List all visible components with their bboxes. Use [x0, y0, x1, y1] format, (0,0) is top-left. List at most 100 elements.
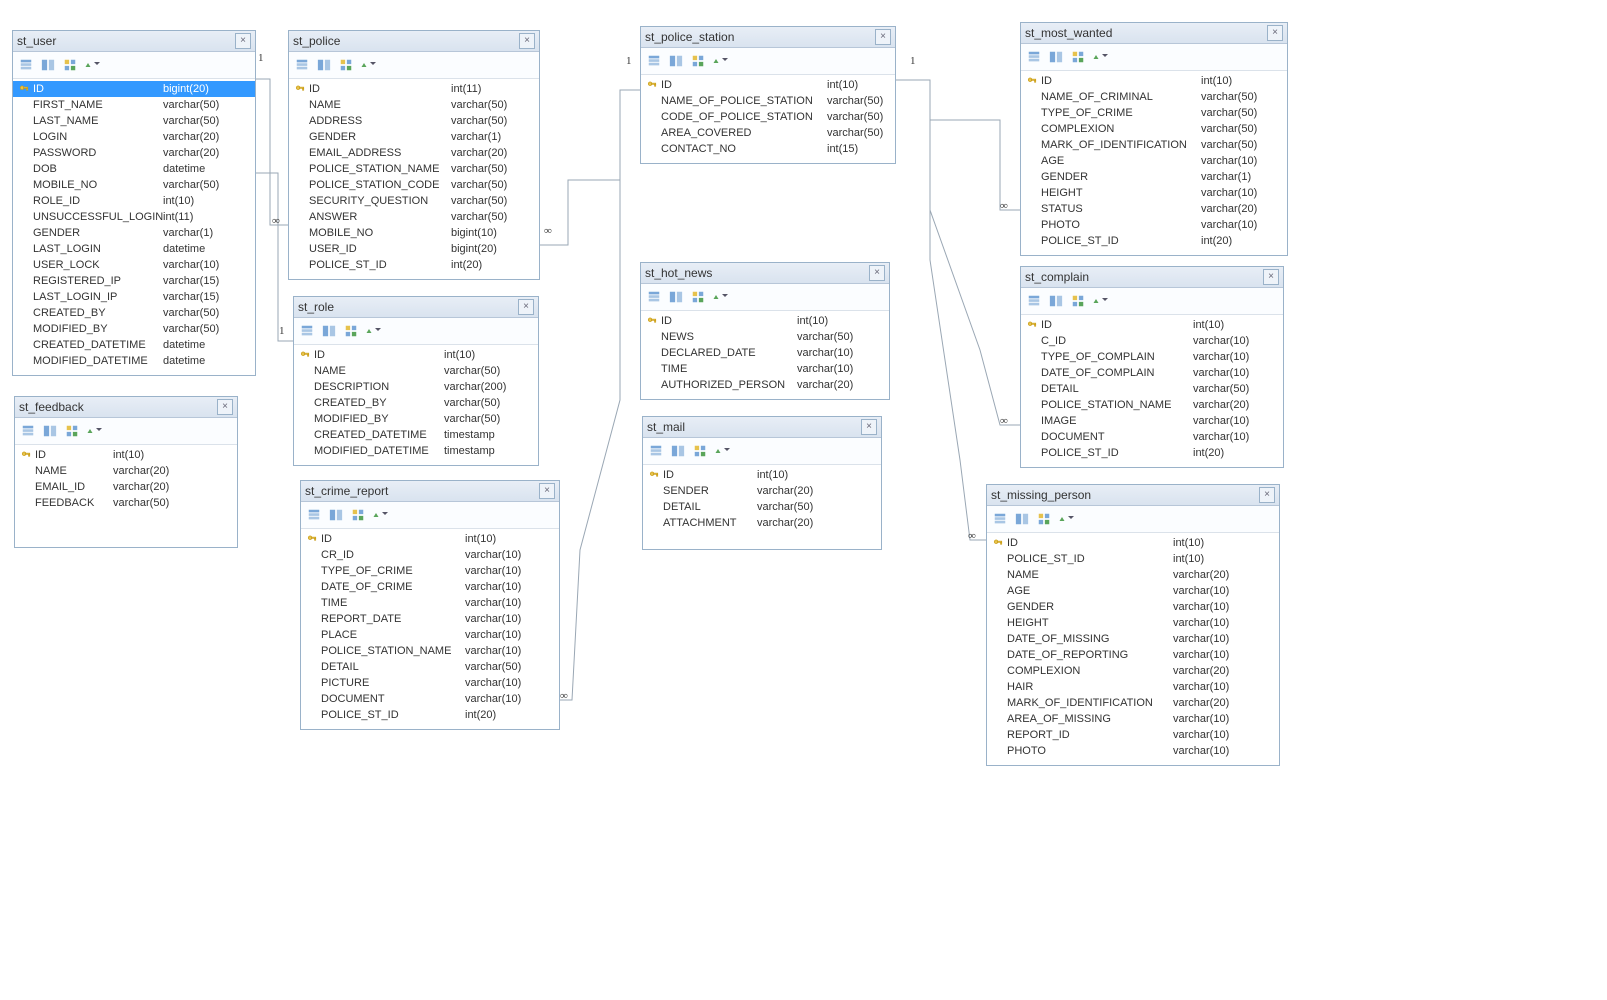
column-row[interactable]: LOGINvarchar(20): [13, 129, 255, 145]
table-st_user[interactable]: st_user×IDbigint(20)FIRST_NAMEvarchar(50…: [12, 30, 256, 376]
column-row[interactable]: DETAILvarchar(50): [643, 499, 881, 515]
table-header[interactable]: st_role×: [294, 297, 538, 318]
table-header[interactable]: st_feedback×: [15, 397, 237, 418]
table-header[interactable]: st_crime_report×: [301, 481, 559, 502]
column-row[interactable]: PHOTOvarchar(10): [987, 743, 1279, 759]
column-row[interactable]: ROLE_IDint(10): [13, 193, 255, 209]
table-st_crime_report[interactable]: st_crime_report×IDint(10)CR_IDvarchar(10…: [300, 480, 560, 730]
table-header[interactable]: st_user×: [13, 31, 255, 52]
column-row[interactable]: DETAILvarchar(50): [1021, 381, 1283, 397]
column-row[interactable]: DATE_OF_CRIMEvarchar(10): [301, 579, 559, 595]
column-row[interactable]: TIMEvarchar(10): [641, 361, 889, 377]
toolbar-view-icon[interactable]: [293, 56, 311, 74]
column-row[interactable]: TIMEvarchar(10): [301, 595, 559, 611]
toolbar-view-icon[interactable]: [647, 442, 665, 460]
column-row[interactable]: AGEvarchar(10): [1021, 153, 1287, 169]
column-row[interactable]: POLICE_STATION_NAMEvarchar(50): [289, 161, 539, 177]
table-header[interactable]: st_most_wanted×: [1021, 23, 1287, 44]
column-row[interactable]: MODIFIED_DATETIMEtimestamp: [294, 443, 538, 459]
column-row[interactable]: LAST_LOGINdatetime: [13, 241, 255, 257]
column-row[interactable]: USER_IDbigint(20): [289, 241, 539, 257]
column-row[interactable]: IMAGEvarchar(10): [1021, 413, 1283, 429]
column-row[interactable]: DOCUMENTvarchar(10): [301, 691, 559, 707]
column-row[interactable]: CREATED_BYvarchar(50): [294, 395, 538, 411]
toolbar-grid-icon[interactable]: [1069, 48, 1087, 66]
toolbar-columns-icon[interactable]: [1047, 48, 1065, 66]
column-row[interactable]: MARK_OF_IDENTIFICATIONvarchar(50): [1021, 137, 1287, 153]
column-row[interactable]: ANSWERvarchar(50): [289, 209, 539, 225]
table-st_police[interactable]: st_police×IDint(11)NAMEvarchar(50)ADDRES…: [288, 30, 540, 280]
column-row[interactable]: FIRST_NAMEvarchar(50): [13, 97, 255, 113]
column-row[interactable]: NAMEvarchar(20): [15, 463, 237, 479]
toolbar-grid-icon[interactable]: [61, 56, 79, 74]
toolbar-menu-icon[interactable]: [1057, 510, 1075, 528]
close-icon[interactable]: ×: [1263, 269, 1279, 285]
toolbar-grid-icon[interactable]: [349, 506, 367, 524]
toolbar-menu-icon[interactable]: [711, 288, 729, 306]
toolbar-menu-icon[interactable]: [85, 422, 103, 440]
toolbar-menu-icon[interactable]: [371, 506, 389, 524]
column-row[interactable]: IDint(10): [301, 531, 559, 547]
column-row[interactable]: IDint(10): [641, 313, 889, 329]
column-row[interactable]: POLICE_ST_IDint(20): [1021, 233, 1287, 249]
toolbar-menu-icon[interactable]: [359, 56, 377, 74]
column-row[interactable]: POLICE_ST_IDint(20): [301, 707, 559, 723]
close-icon[interactable]: ×: [217, 399, 233, 415]
column-row[interactable]: REPORT_DATEvarchar(10): [301, 611, 559, 627]
toolbar-view-icon[interactable]: [1025, 292, 1043, 310]
column-row[interactable]: NEWSvarchar(50): [641, 329, 889, 345]
toolbar-menu-icon[interactable]: [83, 56, 101, 74]
table-header[interactable]: st_mail×: [643, 417, 881, 438]
column-row[interactable]: UNSUCCESSFUL_LOGINint(11): [13, 209, 255, 225]
close-icon[interactable]: ×: [861, 419, 877, 435]
toolbar-grid-icon[interactable]: [1035, 510, 1053, 528]
column-row[interactable]: POLICE_STATION_NAMEvarchar(20): [1021, 397, 1283, 413]
column-row[interactable]: TYPE_OF_CRIMEvarchar(10): [301, 563, 559, 579]
column-row[interactable]: HEIGHTvarchar(10): [1021, 185, 1287, 201]
column-row[interactable]: NAME_OF_POLICE_STATIONvarchar(50): [641, 93, 895, 109]
column-row[interactable]: AGEvarchar(10): [987, 583, 1279, 599]
toolbar-grid-icon[interactable]: [1069, 292, 1087, 310]
column-row[interactable]: IDint(10): [15, 447, 237, 463]
toolbar-view-icon[interactable]: [19, 422, 37, 440]
table-st_complain[interactable]: st_complain×IDint(10)C_IDvarchar(10)TYPE…: [1020, 266, 1284, 468]
close-icon[interactable]: ×: [1267, 25, 1283, 41]
toolbar-view-icon[interactable]: [645, 288, 663, 306]
table-st_feedback[interactable]: st_feedback×IDint(10)NAMEvarchar(20)EMAI…: [14, 396, 238, 548]
column-row[interactable]: MODIFIED_DATETIMEdatetime: [13, 353, 255, 369]
column-row[interactable]: SECURITY_QUESTIONvarchar(50): [289, 193, 539, 209]
column-row[interactable]: DECLARED_DATEvarchar(10): [641, 345, 889, 361]
column-row[interactable]: ATTACHMENTvarchar(20): [643, 515, 881, 531]
toolbar-menu-icon[interactable]: [364, 322, 382, 340]
column-row[interactable]: NAMEvarchar(50): [294, 363, 538, 379]
toolbar-menu-icon[interactable]: [1091, 292, 1109, 310]
column-row[interactable]: LAST_NAMEvarchar(50): [13, 113, 255, 129]
column-row[interactable]: HAIRvarchar(10): [987, 679, 1279, 695]
toolbar-columns-icon[interactable]: [669, 442, 687, 460]
column-row[interactable]: DATE_OF_REPORTINGvarchar(10): [987, 647, 1279, 663]
column-row[interactable]: POLICE_ST_IDint(10): [987, 551, 1279, 567]
column-row[interactable]: DATE_OF_MISSINGvarchar(10): [987, 631, 1279, 647]
column-row[interactable]: NAMEvarchar(50): [289, 97, 539, 113]
toolbar-columns-icon[interactable]: [327, 506, 345, 524]
column-row[interactable]: POLICE_ST_IDint(20): [289, 257, 539, 273]
toolbar-grid-icon[interactable]: [691, 442, 709, 460]
table-st_police_station[interactable]: st_police_station×IDint(10)NAME_OF_POLIC…: [640, 26, 896, 164]
toolbar-columns-icon[interactable]: [1013, 510, 1031, 528]
column-row[interactable]: GENDERvarchar(1): [1021, 169, 1287, 185]
column-row[interactable]: DETAILvarchar(50): [301, 659, 559, 675]
toolbar-columns-icon[interactable]: [667, 288, 685, 306]
toolbar-view-icon[interactable]: [1025, 48, 1043, 66]
close-icon[interactable]: ×: [539, 483, 555, 499]
toolbar-columns-icon[interactable]: [41, 422, 59, 440]
column-row[interactable]: MODIFIED_BYvarchar(50): [294, 411, 538, 427]
column-row[interactable]: COMPLEXIONvarchar(20): [987, 663, 1279, 679]
column-row[interactable]: AUTHORIZED_PERSONvarchar(20): [641, 377, 889, 393]
close-icon[interactable]: ×: [519, 33, 535, 49]
column-row[interactable]: REPORT_IDvarchar(10): [987, 727, 1279, 743]
column-row[interactable]: IDint(10): [987, 535, 1279, 551]
column-row[interactable]: POLICE_STATION_CODEvarchar(50): [289, 177, 539, 193]
column-row[interactable]: DESCRIPTIONvarchar(200): [294, 379, 538, 395]
column-row[interactable]: DOCUMENTvarchar(10): [1021, 429, 1283, 445]
column-row[interactable]: STATUSvarchar(20): [1021, 201, 1287, 217]
